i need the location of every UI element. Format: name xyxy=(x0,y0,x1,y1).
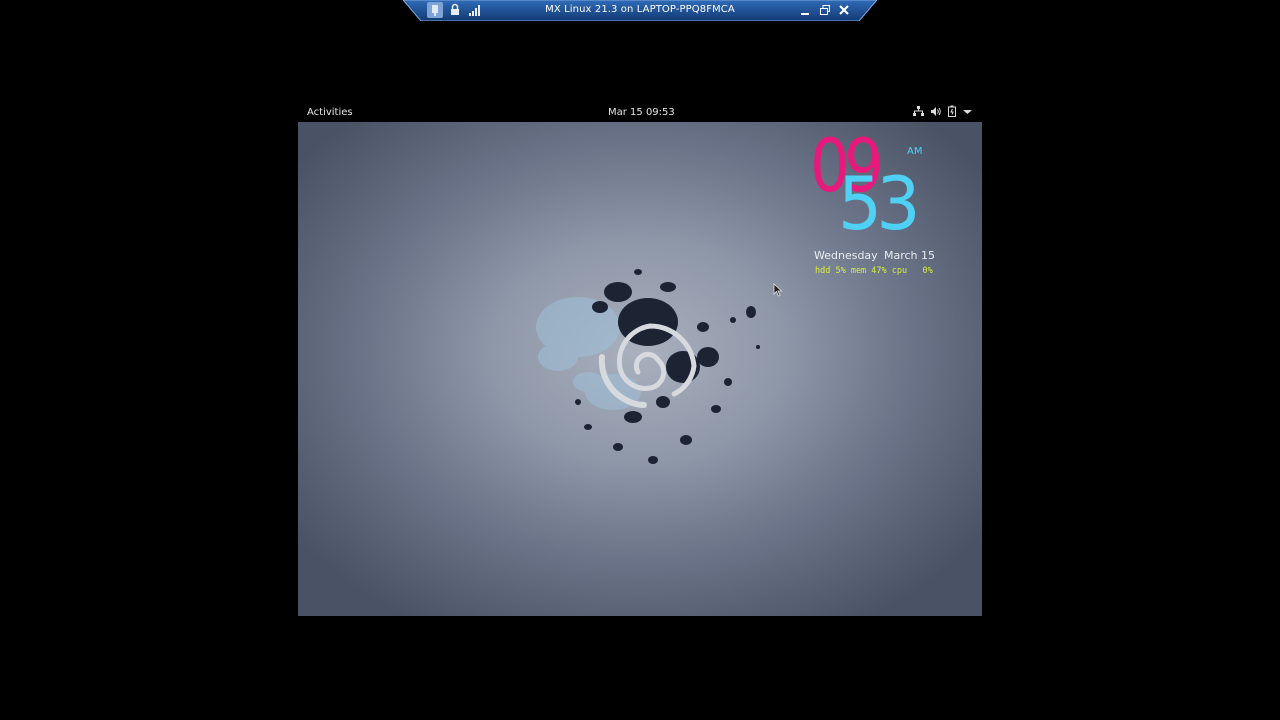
desktop-wallpaper[interactable]: 09 53 AM Wednesday March 15 hdd 5% mem 4… xyxy=(298,122,982,616)
panel-clock[interactable]: Mar 15 09:53 xyxy=(608,107,675,118)
battery-icon xyxy=(948,105,957,120)
gnome-top-panel: Activities Mar 15 09:53 xyxy=(298,103,982,122)
conky-ampm: AM xyxy=(907,146,923,157)
conky-weekday: Wednesday xyxy=(814,249,878,262)
conky-minute: 53 xyxy=(838,162,921,247)
dropdown-arrow-icon xyxy=(963,107,972,119)
close-icon[interactable] xyxy=(836,2,852,18)
restore-icon[interactable] xyxy=(817,2,833,18)
conky-date: March 15 xyxy=(884,249,936,262)
debian-swirl-logo xyxy=(536,269,760,464)
network-icon xyxy=(913,105,924,120)
minimize-icon[interactable] xyxy=(797,2,813,18)
mouse-cursor-icon xyxy=(773,283,783,297)
volume-icon xyxy=(930,106,942,120)
system-tray[interactable] xyxy=(913,105,972,120)
conky-widget: 09 53 AM Wednesday March 15 hdd 5% mem 4… xyxy=(810,130,960,282)
remote-desktop-connection-bar: MX Linux 21.3 on LAPTOP-PPQ8FMCA xyxy=(403,0,877,21)
conky-system-stats: hdd 5% mem 47% cpu 0% xyxy=(815,266,933,276)
activities-button[interactable]: Activities xyxy=(307,107,353,118)
vm-screen[interactable]: Activities Mar 15 09:53 09 53 AM Wednesd… xyxy=(298,103,982,616)
